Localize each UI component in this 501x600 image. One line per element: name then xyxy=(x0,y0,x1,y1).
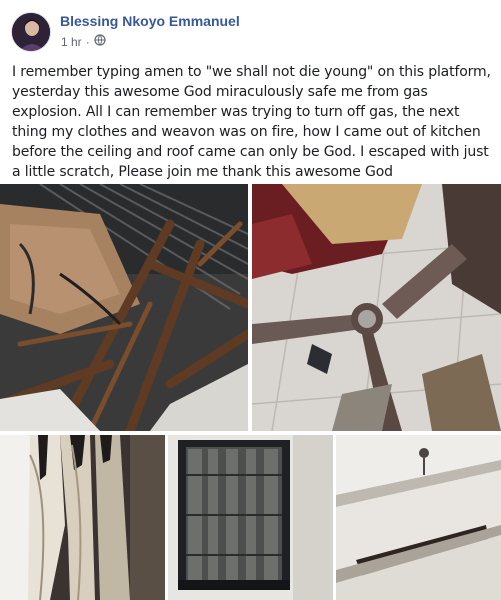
photo-damaged-roof[interactable] xyxy=(0,184,248,431)
globe-icon[interactable] xyxy=(94,34,106,49)
photo-window[interactable] xyxy=(168,435,333,600)
post-body-text: I remember typing amen to "we shall not … xyxy=(12,64,491,180)
author-name[interactable]: Blessing Nkoyo Emmanuel xyxy=(60,13,240,29)
post-meta: 1 hr · xyxy=(61,34,106,49)
post-header: Blessing Nkoyo Emmanuel 1 hr · xyxy=(0,0,501,56)
facebook-post: Blessing Nkoyo Emmanuel 1 hr · I remembe… xyxy=(0,0,501,600)
photo-fallen-fan[interactable] xyxy=(252,184,501,431)
photo-ceiling-hole[interactable] xyxy=(336,435,501,600)
post-timestamp[interactable]: 1 hr xyxy=(61,35,82,49)
photo-burnt-curtain[interactable] xyxy=(0,435,165,600)
meta-separator: · xyxy=(85,34,90,49)
avatar[interactable] xyxy=(11,12,51,52)
